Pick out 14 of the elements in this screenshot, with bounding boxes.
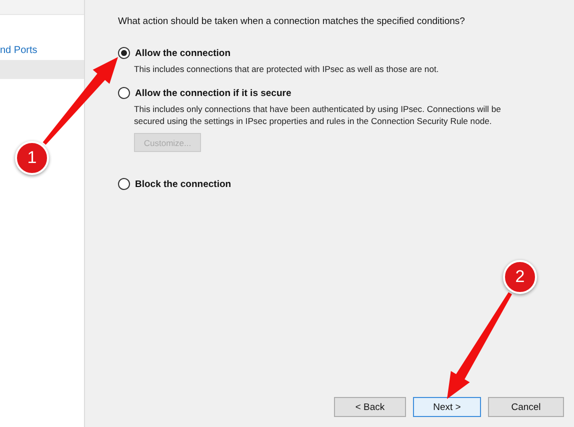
option-label[interactable]: Allow the connection [135, 48, 231, 58]
option-label[interactable]: Block the connection [135, 178, 232, 190]
radio-button[interactable] [118, 87, 130, 99]
option-label[interactable]: Allow the connection if it is secure [135, 88, 292, 98]
radio-button[interactable] [118, 178, 130, 190]
sidebar-link[interactable]: nd Ports [0, 41, 84, 60]
question-text: What action should be taken when a connection matches the specified conditions? [118, 16, 466, 27]
dialog-button[interactable]: Cancel [488, 397, 564, 417]
option-description: This includes connections that are protected with IPsec as well as those are not. [134, 63, 440, 75]
step-badge: 2 [503, 260, 537, 294]
radio-button[interactable] [118, 47, 130, 59]
dialog-button[interactable]: < Back [334, 397, 406, 417]
dialog-button[interactable]: Next > [413, 397, 481, 417]
option-description: This includes only connections that have been authenticated by using IPsec. Connections will be secured using the settings in IPsec properties and rules in the Connection Security Rule node. [134, 103, 502, 127]
